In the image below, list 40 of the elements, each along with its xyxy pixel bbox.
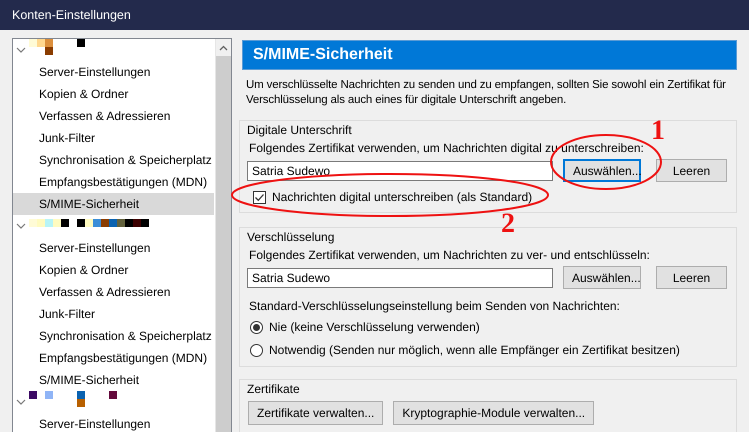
radio-button[interactable] (250, 344, 263, 357)
checkbox[interactable] (253, 191, 266, 204)
tree-item[interactable]: S/MIME-Sicherheit (13, 369, 214, 391)
tree-item[interactable]: Server-Einstellungen (13, 61, 214, 83)
certificate-field[interactable]: Satria Sudewo (247, 268, 553, 288)
redacted-name-drawing (29, 39, 85, 55)
scroll-up-icon[interactable] (219, 44, 228, 50)
button[interactable]: Kryptographie-Module verwalten... (393, 401, 594, 425)
tree-item[interactable]: Junk-Filter (13, 303, 214, 325)
tree-item[interactable]: Junk-Filter (13, 127, 214, 149)
tree-item[interactable]: Empfangsbestätigungen (MDN) (13, 347, 214, 369)
tree-item[interactable]: Synchronisation & Speicherplatz (13, 149, 214, 171)
radio-label[interactable]: Nie (keine Verschlüsselung verwenden) (269, 320, 480, 335)
checkbox-label[interactable]: Nachrichten digital unterschreiben (als Standard) (272, 190, 532, 205)
button[interactable]: Leeren (656, 266, 727, 289)
field-label: Folgendes Zertifikat verwenden, um Nachrichten zu ver- und entschlüsseln: (249, 248, 651, 263)
button[interactable]: Zertifikate verwalten... (248, 401, 384, 425)
window-title: Konten-Einstellungen (12, 8, 131, 22)
button[interactable]: Leeren (656, 159, 727, 182)
group-legend: Digitale Unterschrift (247, 123, 354, 138)
annotation-number: 2 (501, 208, 515, 239)
description-text: Um verschlüsselte Nachrichten zu senden und zu empfangen, sollten Sie sowohl ein Zertifikat für Verschlüsselung als auch eines für digitale Unterschrift angeben. (246, 78, 727, 108)
button[interactable]: Auswählen... (563, 266, 641, 289)
group-legend: Verschlüsselung (247, 230, 336, 245)
certificate-field[interactable]: Satria Sudewo (247, 160, 553, 180)
page-title: S/MIME-Sicherheit (253, 45, 393, 65)
annotation-number: 1 (651, 115, 665, 146)
field-label: Standard-Verschlüsselungseinstellung beim Senden von Nachrichten: (249, 299, 621, 314)
tree-item[interactable]: Verfassen & Adressieren (13, 105, 214, 127)
tree-item[interactable]: Empfangsbestätigungen (MDN) (13, 171, 214, 193)
tree-item[interactable]: Verfassen & Adressieren (13, 281, 214, 303)
radio-button[interactable] (250, 321, 263, 334)
radio-label[interactable]: Notwendig (Senden nur möglich, wenn alle Empfänger ein Zertifikat besitzen) (269, 343, 680, 358)
tree-item[interactable]: Synchronisation & Speicherplatz (13, 325, 214, 347)
scrollbar[interactable] (215, 39, 231, 432)
tree-item[interactable]: Kopien & Ordner (13, 83, 214, 105)
tree-item[interactable]: Kopien & Ordner (13, 259, 214, 281)
tree-item[interactable]: S/MIME-Sicherheit (13, 193, 214, 215)
tree-item[interactable]: Server-Einstellungen (13, 413, 214, 432)
tree-item[interactable]: Server-Einstellungen (13, 237, 214, 259)
